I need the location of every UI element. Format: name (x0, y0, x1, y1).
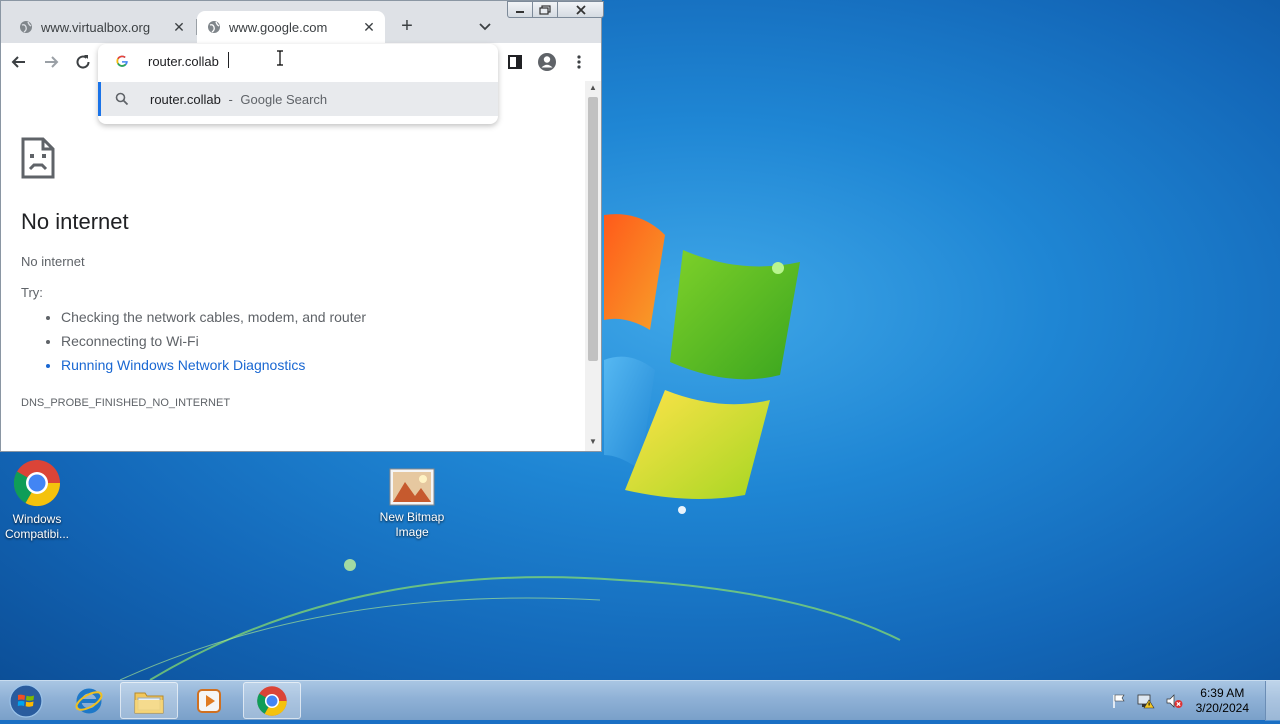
start-button[interactable] (6, 683, 46, 719)
tab-google[interactable]: www.google.com ✕ (197, 11, 385, 43)
desktop-icon-label: New Bitmap Image (379, 510, 445, 539)
globe-icon (208, 21, 220, 33)
network-warning-icon[interactable] (1137, 693, 1155, 709)
arrow-right-icon (45, 56, 59, 68)
taskbar-internet-explorer[interactable] (60, 682, 118, 719)
page-title: No internet (21, 209, 129, 234)
globe-icon (20, 21, 32, 33)
clock-date: 3/20/2024 (1195, 701, 1249, 715)
sad-page-icon (21, 137, 55, 179)
ibeam-cursor-icon (277, 50, 283, 66)
restore-icon (539, 4, 551, 15)
omnibox[interactable] (98, 44, 498, 78)
profile-button[interactable] (536, 51, 558, 73)
menu-button[interactable] (568, 51, 590, 73)
window-close-button[interactable] (558, 1, 604, 18)
bitmap-image-icon (389, 468, 435, 506)
desktop-icon-new-bitmap-image[interactable]: New Bitmap Image (372, 468, 452, 540)
minimize-icon (516, 10, 524, 13)
suggestion-type: Google Search (240, 91, 328, 107)
new-tab-button[interactable]: + (397, 15, 417, 37)
scrollbar-thumb[interactable] (588, 97, 598, 361)
omnibox-dropdown: router.collab - Google Search (98, 44, 498, 124)
suggestion-list: Checking the network cables, modem, and … (21, 307, 366, 379)
show-desktop-button[interactable] (1265, 681, 1280, 721)
scroll-up-icon[interactable]: ▲ (589, 83, 597, 92)
side-panel-icon (508, 55, 522, 69)
tab-title: www.google.com (229, 19, 328, 35)
kebab-menu-icon (577, 55, 581, 69)
suggestion-text: router.collab - Google Search (150, 92, 327, 107)
action-center-flag-icon[interactable] (1111, 693, 1127, 709)
taskbar-clock[interactable]: 6:39 AM 3/20/2024 (1196, 686, 1249, 716)
google-g-icon (116, 55, 128, 67)
maximize-button[interactable] (533, 1, 558, 18)
page-scrollbar[interactable]: ▲ ▼ (585, 81, 601, 451)
volume-muted-icon[interactable] (1165, 693, 1183, 709)
taskbar-file-explorer[interactable] (120, 682, 178, 719)
text-caret (228, 52, 229, 68)
avatar-icon (538, 53, 556, 71)
taskbar: 6:39 AM 3/20/2024 (0, 680, 1280, 721)
reload-button[interactable] (72, 51, 94, 73)
minimize-button[interactable] (507, 1, 533, 18)
desktop-icon-windows-compatibility[interactable]: Windows Compatibi... (0, 458, 77, 542)
side-panel-button[interactable] (504, 51, 526, 73)
clock-time: 6:39 AM (1200, 686, 1245, 700)
back-button[interactable] (8, 51, 30, 73)
page-content: No internet No internet Try: Checking th… (1, 81, 585, 451)
suggestion-separator: - (228, 91, 233, 107)
suggestion-query: router.collab (150, 91, 221, 107)
taskbar-media-player[interactable] (180, 682, 238, 719)
chrome-icon (257, 685, 287, 716)
chrome-icon (13, 460, 61, 507)
error-subtitle: No internet (21, 254, 85, 269)
tab-title: www.virtualbox.org (41, 19, 151, 35)
media-player-icon (197, 688, 221, 713)
scroll-down-icon[interactable]: ▼ (589, 437, 597, 446)
system-tray: 6:39 AM 3/20/2024 (1106, 681, 1280, 721)
tab-virtualbox[interactable]: www.virtualbox.org ✕ (9, 11, 195, 43)
tab-close-button[interactable]: ✕ (169, 19, 189, 36)
folder-icon (134, 692, 164, 713)
forward-button[interactable] (40, 51, 62, 73)
address-bar-input[interactable] (148, 51, 478, 71)
taskbar-chrome[interactable] (243, 682, 301, 719)
try-label: Try: (21, 285, 43, 300)
internet-explorer-icon (75, 688, 103, 713)
error-code: DNS_PROBE_FINISHED_NO_INTERNET (21, 397, 231, 409)
tab-close-button[interactable]: ✕ (359, 19, 379, 36)
network-diagnostics-link[interactable]: Running Windows Network Diagnostics (61, 355, 366, 379)
arrow-left-icon (11, 56, 25, 68)
chevron-down-icon[interactable] (475, 15, 495, 37)
reload-icon (76, 55, 90, 69)
window-controls (507, 1, 604, 18)
desktop-icon-label: Windows Compatibi... (4, 512, 70, 541)
close-icon (575, 4, 586, 15)
windows-start-icon (9, 684, 43, 718)
omnibox-suggestion[interactable]: router.collab - Google Search (98, 82, 498, 116)
list-item: Checking the network cables, modem, and … (61, 307, 366, 331)
search-icon (115, 92, 129, 106)
list-item: Reconnecting to Wi-Fi (61, 331, 366, 355)
